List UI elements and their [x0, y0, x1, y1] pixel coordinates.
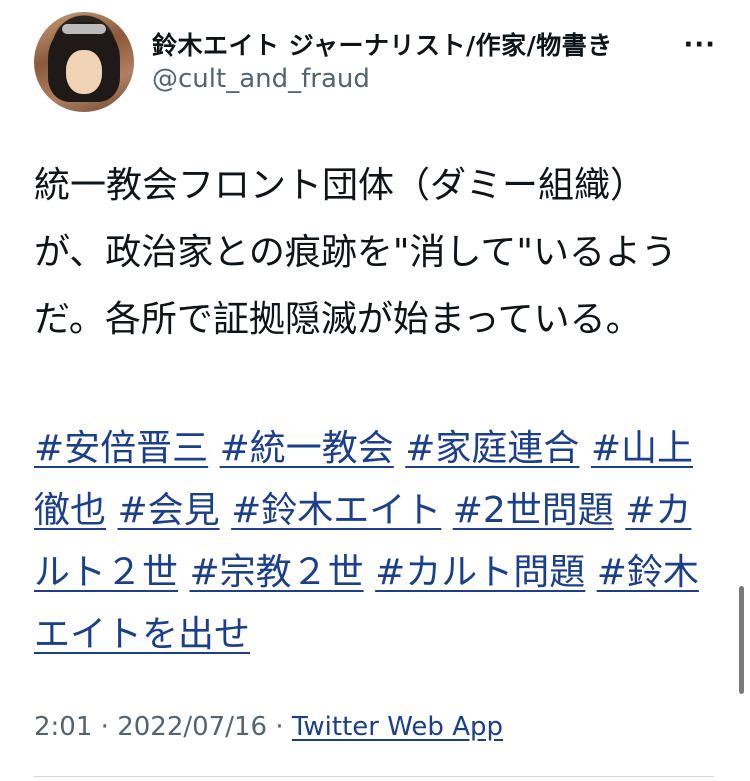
tweet-source-link[interactable]: Twitter Web App: [292, 712, 503, 742]
meta-separator: ·: [275, 712, 284, 742]
tweet-text: 統一教会フロント団体（ダミー組織）が、政治家との痕跡を"消して"いるようだ。各所…: [34, 165, 677, 340]
hashtag-link[interactable]: #鈴木エイト: [231, 490, 441, 531]
hashtag-link[interactable]: #宗教２世: [189, 552, 363, 593]
author-handle[interactable]: @cult_and_fraud: [152, 64, 370, 94]
avatar-sunglasses: [62, 24, 106, 34]
hashtag-link[interactable]: #統一教会: [220, 428, 394, 469]
hashtag-link[interactable]: #安倍晋三: [34, 428, 208, 469]
tweet-time[interactable]: 2:01: [34, 712, 92, 742]
divider: [34, 776, 714, 777]
hashtag-link[interactable]: #カルト問題: [375, 552, 585, 593]
scrollbar[interactable]: [739, 586, 744, 694]
tweet-header: 鈴木エイト ジャーナリスト/作家/物書き ··· @cult_and_fraud: [34, 12, 724, 112]
hashtag-link[interactable]: #会見: [117, 490, 219, 531]
avatar[interactable]: [34, 12, 134, 112]
meta-separator: ·: [100, 712, 109, 742]
avatar-face: [66, 50, 102, 94]
more-options-icon[interactable]: ···: [683, 30, 716, 60]
hashtag-list: #安倍晋三 #統一教会 #家庭連合 #山上徹也 #会見 #鈴木エイト #2世問題…: [34, 418, 714, 666]
hashtag-link[interactable]: #2世問題: [453, 490, 614, 531]
author-display-name[interactable]: 鈴木エイト ジャーナリスト/作家/物書き: [152, 26, 613, 62]
hashtag-link[interactable]: #家庭連合: [405, 428, 579, 469]
tweet-metadata: 2:01 · 2022/07/16 · Twitter Web App: [34, 712, 503, 742]
tweet-date[interactable]: 2022/07/16: [117, 712, 267, 742]
